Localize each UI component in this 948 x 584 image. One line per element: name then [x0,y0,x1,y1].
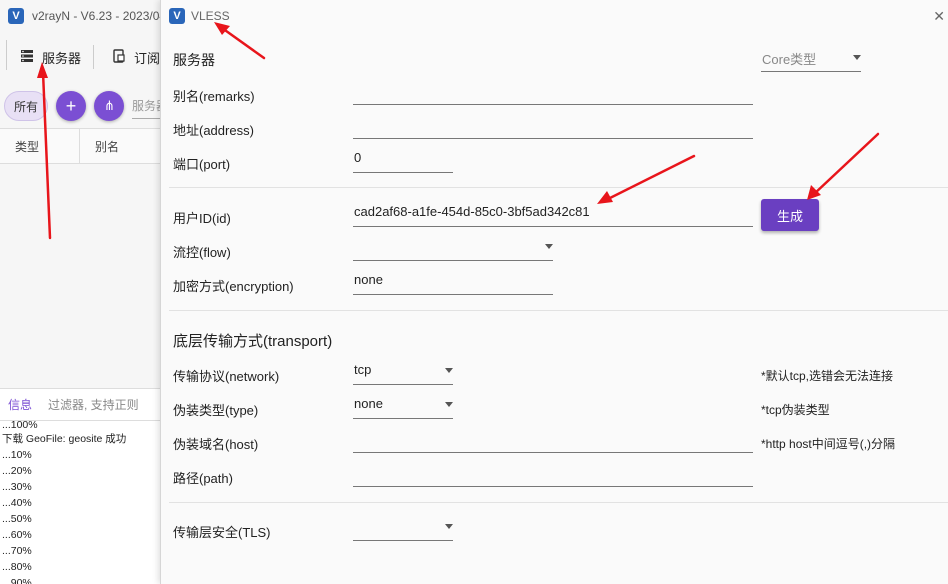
chevron-down-icon [545,244,553,249]
header-type-hint: *tcp伪装类型 [761,403,830,417]
network-value: tcp [354,362,372,377]
network-hint: *默认tcp,选错会无法连接 [761,369,894,383]
tls-label: 传输层安全(TLS) [173,525,271,540]
log-line: ...70% [2,545,32,557]
log-line: ...40% [2,497,32,509]
servers-button-label: 服务器 [42,50,82,66]
plus-icon: + [65,95,77,116]
flow-label: 流控(flow) [173,245,231,260]
log-line: ...100% [2,421,38,431]
remarks-label: 别名(remarks) [173,89,255,104]
toolbar-divider [93,45,95,69]
log-line: 下载 GeoFile: geosite 成功 [2,433,127,445]
dialog-title: VLESS [191,9,230,23]
split-test-button[interactable]: ⋔ [94,91,124,121]
path-field[interactable] [353,461,753,487]
column-type[interactable]: 类型 [0,129,80,163]
log-line: ...60% [2,529,32,541]
network-label: 传输协议(network) [173,369,280,384]
divider [169,310,948,311]
tab-info[interactable]: 信息 [8,396,32,413]
log-line: ...10% [2,449,32,461]
dialog-titlebar: V VLESS ✕ [161,0,948,32]
subscription-icon [112,48,126,66]
chevron-down-icon [853,55,861,60]
log-panel: 信息 过滤器, 支持正则 ...100% 下载 GeoFile: geosite… [0,388,160,584]
port-field[interactable]: 0 [353,147,453,173]
log-line: ...80% [2,561,32,573]
chevron-down-icon [445,524,453,529]
remarks-field[interactable] [353,79,753,105]
close-icon[interactable]: ✕ [933,8,945,25]
server-list-icon [20,49,34,66]
log-line: ...90% [2,577,32,584]
vless-dialog: V VLESS ✕ 服务器 Core类型 别名(remarks) 地址(addr… [160,0,948,584]
v2rayn-logo-icon: V [8,8,24,24]
encryption-label: 加密方式(encryption) [173,279,294,294]
core-type-select[interactable]: Core类型 [761,46,861,72]
chevron-down-icon [445,402,453,407]
server-grid-header: 类型 别名 [0,128,160,164]
host-field[interactable] [353,427,753,453]
log-tabs: 信息 过滤器, 支持正则 [0,389,160,421]
host-label: 伪装域名(host) [173,437,259,452]
tls-select[interactable] [353,515,453,541]
log-filter-input[interactable]: 过滤器, 支持正则 [48,396,139,413]
header-type-label: 伪装类型(type) [173,403,259,418]
core-type-placeholder: Core类型 [762,52,817,67]
subscription-button[interactable]: 订阅 [104,41,168,73]
main-window-title: v2rayN - V6.23 - 2023/04 [32,9,167,23]
log-line: ...30% [2,481,32,493]
path-label: 路径(path) [173,471,233,486]
header-type-value: none [354,396,383,411]
address-label: 地址(address) [173,123,254,138]
log-lines: ...100% 下载 GeoFile: geosite 成功 ...10% ..… [0,421,160,584]
header-type-select[interactable]: none [353,393,453,419]
section-transport-title: 底层传输方式(transport) [173,333,333,350]
log-line: ...50% [2,513,32,525]
section-server-title: 服务器 [173,52,215,68]
all-group-chip[interactable]: 所有 [4,91,48,121]
subscription-button-label: 订阅 [134,50,161,66]
address-field[interactable] [353,113,753,139]
flow-select[interactable] [353,235,553,261]
port-label: 端口(port) [173,157,231,172]
v2rayn-logo-icon: V [169,8,185,24]
divider [169,502,948,503]
network-select[interactable]: tcp [353,359,453,385]
chevron-down-icon [445,368,453,373]
add-server-button[interactable]: + [56,91,86,121]
user-id-field[interactable]: cad2af68-a1fe-454d-85c0-3bf5ad342c81 [353,201,753,227]
log-line: ...20% [2,465,32,477]
divider [169,187,948,188]
column-remarks[interactable]: 别名 [80,129,119,163]
host-hint: *http host中间逗号(,)分隔 [761,437,896,451]
generate-id-button[interactable]: 生成 [761,199,819,231]
user-id-label: 用户ID(id) [173,211,231,226]
servers-button[interactable]: 服务器 [12,41,89,73]
split-icon: ⋔ [104,98,115,113]
encryption-field[interactable]: none [353,269,553,295]
